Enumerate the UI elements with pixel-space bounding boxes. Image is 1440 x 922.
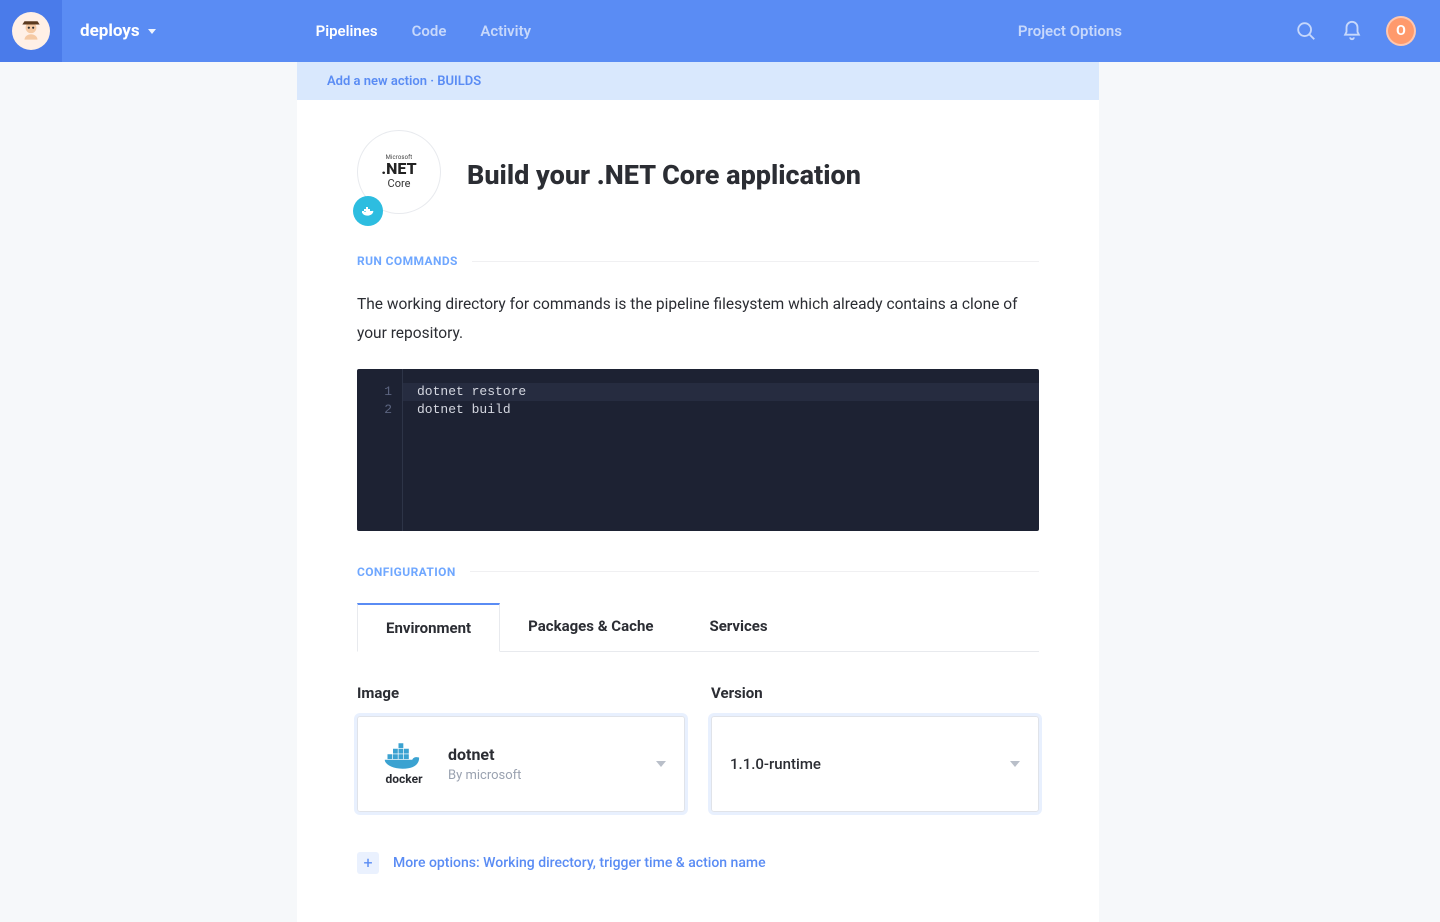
more-options-label: More options: Working directory, trigger… xyxy=(393,855,766,871)
image-subtitle: By microsoft xyxy=(448,768,521,783)
code-line-1: dotnet restore xyxy=(403,383,1039,401)
section-configuration: CONFIGURATION xyxy=(357,565,1039,579)
action-icon: Microsoft .NET Core xyxy=(357,130,447,220)
image-select[interactable]: docker dotnet By microsoft xyxy=(357,716,685,812)
tab-services[interactable]: Services xyxy=(681,603,795,651)
image-value: dotnet xyxy=(448,745,521,764)
docker-badge-icon xyxy=(353,196,383,226)
caret-down-icon xyxy=(148,29,156,34)
plus-icon: + xyxy=(357,852,379,874)
chevron-down-icon xyxy=(1010,761,1020,767)
app-logo[interactable] xyxy=(0,0,62,62)
code-gutter: 12 xyxy=(357,369,403,531)
version-value: 1.1.0-runtime xyxy=(730,755,821,773)
run-commands-description: The working directory for commands is th… xyxy=(357,290,1039,349)
bell-icon[interactable] xyxy=(1340,19,1364,43)
image-field-label: Image xyxy=(357,684,685,702)
avatar[interactable]: O xyxy=(1386,16,1416,46)
version-select[interactable]: 1.1.0-runtime xyxy=(711,716,1039,812)
docker-logo-icon: docker xyxy=(376,742,432,786)
search-icon[interactable] xyxy=(1294,19,1318,43)
page-title: Build your .NET Core application xyxy=(467,159,861,191)
tab-environment[interactable]: Environment xyxy=(357,603,500,652)
code-editor[interactable]: 12 dotnet restore dotnet build xyxy=(357,369,1039,531)
breadcrumb[interactable]: Add a new action · BUILDS xyxy=(297,62,1099,100)
tab-packages-cache[interactable]: Packages & Cache xyxy=(500,603,681,651)
version-field-label: Version xyxy=(711,684,1039,702)
tab-activity[interactable]: Activity xyxy=(480,22,531,40)
chevron-down-icon xyxy=(656,761,666,767)
project-options-link[interactable]: Project Options xyxy=(1018,22,1122,40)
project-name: deploys xyxy=(80,21,140,41)
project-dropdown[interactable]: deploys xyxy=(80,21,156,41)
tab-code[interactable]: Code xyxy=(412,22,447,40)
section-run-commands: RUN COMMANDS xyxy=(357,254,1039,268)
more-options-link[interactable]: + More options: Working directory, trigg… xyxy=(357,844,1039,882)
code-line-2: dotnet build xyxy=(403,401,1039,419)
tab-pipelines[interactable]: Pipelines xyxy=(316,22,378,40)
